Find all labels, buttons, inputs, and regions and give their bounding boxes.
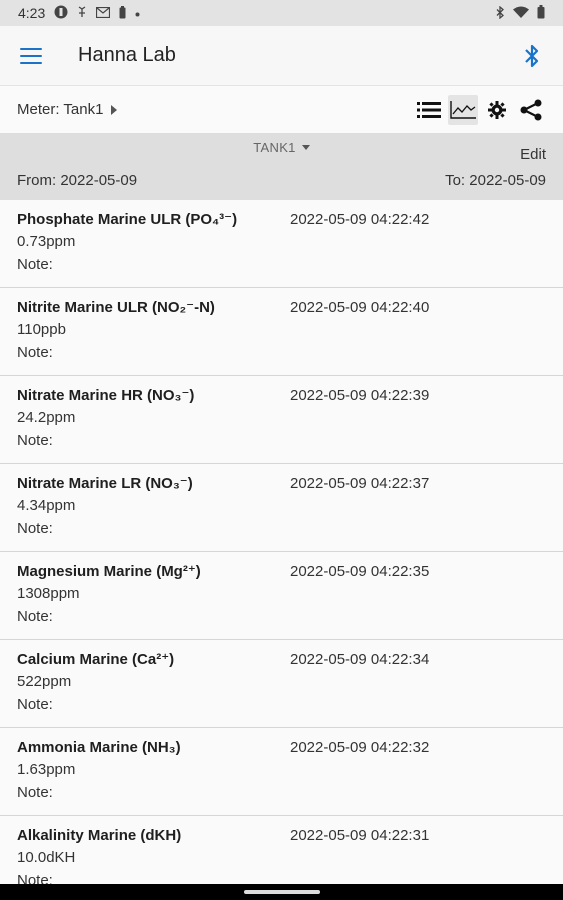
reading-name: Calcium Marine (Ca²⁺) [17, 651, 175, 668]
dot-icon [135, 7, 140, 19]
list-item[interactable]: Phosphate Marine ULR (PO₄³⁻) 2022-05-09 … [0, 200, 563, 288]
reading-note: Note: [17, 256, 53, 273]
reading-note: Note: [17, 344, 53, 361]
view-toolbar [414, 94, 546, 125]
list-item[interactable]: Nitrite Marine ULR (NO₂⁻-N) 2022-05-09 0… [0, 288, 563, 376]
share-button[interactable] [516, 95, 546, 125]
gmail-icon [96, 6, 111, 20]
system-nav-bar [0, 884, 563, 900]
reading-time: 2022-05-09 04:22:32 [290, 739, 430, 756]
reading-time: 2022-05-09 04:22:40 [290, 299, 430, 316]
reading-value: 4.34ppm [17, 497, 76, 514]
list-item[interactable]: Ammonia Marine (NH₃) 2022-05-09 04:22:32… [0, 728, 563, 816]
readings-list: Phosphate Marine ULR (PO₄³⁻) 2022-05-09 … [0, 200, 563, 884]
wifi-icon [513, 6, 529, 20]
reading-value: 110ppb [17, 321, 66, 338]
notification-icon [54, 5, 68, 21]
reading-value: 10.0dKH [17, 849, 76, 866]
reading-time: 2022-05-09 04:22:34 [290, 651, 430, 668]
reading-name: Nitrite Marine ULR (NO₂⁻-N) [17, 299, 215, 316]
edit-button[interactable]: Edit [520, 146, 546, 163]
reading-time: 2022-05-09 04:22:35 [290, 563, 430, 580]
list-icon [417, 101, 441, 118]
from-date: From: 2022-05-09 [17, 172, 138, 189]
caret-down-icon [301, 145, 310, 150]
reading-time: 2022-05-09 04:22:39 [290, 387, 430, 404]
app-title: Hanna Lab [78, 44, 176, 66]
battery-icon [537, 5, 545, 21]
tank-dropdown-label: TANK1 [253, 140, 296, 155]
to-date: To: 2022-05-09 [445, 172, 546, 189]
reading-note: Note: [17, 608, 53, 625]
settings-button[interactable] [482, 95, 512, 125]
reading-note: Note: [17, 872, 53, 884]
reading-note: Note: [17, 432, 53, 449]
battery-saver-icon [119, 5, 126, 21]
reading-name: Nitrate Marine HR (NO₃⁻) [17, 387, 195, 404]
reading-name: Magnesium Marine (Mg²⁺) [17, 563, 201, 580]
reading-note: Note: [17, 520, 53, 537]
list-item[interactable]: Nitrate Marine HR (NO₃⁻) 2022-05-09 04:2… [0, 376, 563, 464]
bluetooth-status-icon [496, 5, 505, 21]
list-item[interactable]: Calcium Marine (Ca²⁺) 2022-05-09 04:22:3… [0, 640, 563, 728]
chart-view-button[interactable] [448, 94, 478, 125]
bluetooth-icon[interactable] [521, 43, 543, 69]
list-item[interactable]: Magnesium Marine (Mg²⁺) 2022-05-09 04:22… [0, 552, 563, 640]
reading-value: 1308ppm [17, 585, 80, 602]
meter-selector[interactable]: Meter: Tank1 [17, 101, 103, 118]
date-range-bar: TANK1 Edit From: 2022-05-09 To: 2022-05-… [0, 134, 563, 200]
reading-name: Nitrate Marine LR (NO₃⁻) [17, 475, 193, 492]
tank-dropdown[interactable]: TANK1 [0, 140, 563, 155]
reading-note: Note: [17, 784, 53, 801]
reading-time: 2022-05-09 04:22:42 [290, 211, 430, 228]
reading-time: 2022-05-09 04:22:37 [290, 475, 430, 492]
reading-value: 24.2ppm [17, 409, 76, 426]
gear-icon [488, 100, 506, 119]
meter-bar: Meter: Tank1 [0, 86, 563, 134]
reading-time: 2022-05-09 04:22:31 [290, 827, 430, 844]
list-item[interactable]: Nitrate Marine LR (NO₃⁻) 2022-05-09 04:2… [0, 464, 563, 552]
list-item[interactable]: Alkalinity Marine (dKH) 2022-05-09 04:22… [0, 816, 563, 884]
reading-name: Phosphate Marine ULR (PO₄³⁻) [17, 211, 238, 228]
reading-value: 0.73ppm [17, 233, 76, 250]
reading-name: Alkalinity Marine (dKH) [17, 827, 182, 844]
status-time: 4:23 [18, 5, 46, 21]
share-icon [520, 99, 542, 120]
chart-icon [450, 100, 476, 119]
status-bar: 4:23 [0, 0, 563, 26]
menu-icon[interactable] [20, 47, 42, 64]
chevron-right-icon[interactable] [111, 104, 118, 115]
app-bar: Hanna Lab [0, 26, 563, 86]
reading-note: Note: [17, 696, 53, 713]
reading-name: Ammonia Marine (NH₃) [17, 739, 181, 756]
home-gesture-handle[interactable] [244, 890, 320, 894]
reading-value: 522ppm [17, 673, 72, 690]
android-icon [77, 6, 87, 20]
list-view-button[interactable] [414, 95, 444, 125]
reading-value: 1.63ppm [17, 761, 76, 778]
